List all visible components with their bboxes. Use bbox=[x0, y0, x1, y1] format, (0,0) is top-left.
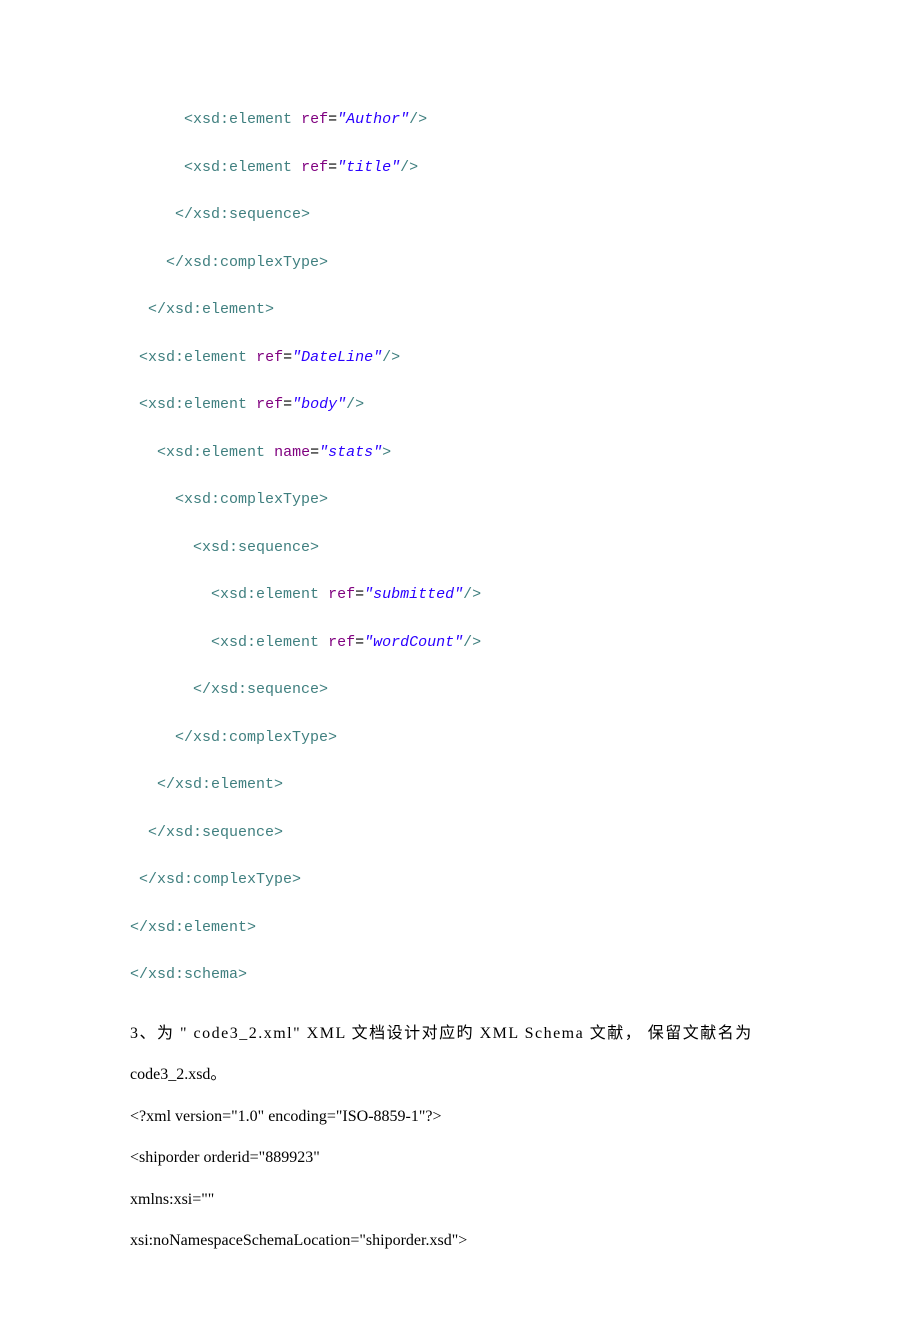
code-line: </xsd:schema> bbox=[130, 965, 790, 985]
xml-line: <?xml version="1.0" encoding="ISO-8859-1… bbox=[130, 1096, 790, 1138]
attr-ref: ref bbox=[256, 349, 283, 366]
attr-val: "title" bbox=[337, 159, 400, 176]
code-line: </xsd:sequence> bbox=[130, 205, 790, 225]
attr-ref: ref bbox=[256, 396, 283, 413]
document-page: <xsd:element ref="Author"/> <xsd:element… bbox=[0, 0, 920, 1342]
question-3-line2: code3_2.xsd。 bbox=[130, 1054, 790, 1096]
code-line: <xsd:element ref="wordCount"/> bbox=[130, 633, 790, 653]
code-line: <xsd:element ref="Author"/> bbox=[130, 110, 790, 130]
code-line: <xsd:element ref="title"/> bbox=[130, 158, 790, 178]
code-line: </xsd:complexType> bbox=[130, 253, 790, 273]
code-line: <xsd:element ref="body"/> bbox=[130, 395, 790, 415]
code-line: <xsd:element ref="DateLine"/> bbox=[130, 348, 790, 368]
code-line: <xsd:element ref="submitted"/> bbox=[130, 585, 790, 605]
code-line: </xsd:element> bbox=[130, 918, 790, 938]
code-line: </xsd:sequence> bbox=[130, 680, 790, 700]
code-line: </xsd:complexType> bbox=[130, 870, 790, 890]
code-line: </xsd:element> bbox=[130, 300, 790, 320]
attr-val: "DateLine" bbox=[292, 349, 382, 366]
attr-val: "Author" bbox=[337, 111, 409, 128]
attr-val: "wordCount" bbox=[364, 634, 463, 651]
code-line: </xsd:sequence> bbox=[130, 823, 790, 843]
code-line: </xsd:element> bbox=[130, 775, 790, 795]
xml-line: xmlns:xsi="" bbox=[130, 1179, 790, 1221]
attr-ref: ref bbox=[328, 586, 355, 603]
code-line: </xsd:complexType> bbox=[130, 728, 790, 748]
xml-line: <shiporder orderid="889923" bbox=[130, 1137, 790, 1179]
attr-ref: ref bbox=[301, 111, 328, 128]
attr-val: "body" bbox=[292, 396, 346, 413]
code-line: <xsd:sequence> bbox=[130, 538, 790, 558]
code-line: <xsd:element name="stats"> bbox=[130, 443, 790, 463]
xml-line: xsi:noNamespaceSchemaLocation="shiporder… bbox=[130, 1220, 790, 1262]
question-3-line1: 3、为 " code3_2.xml" XML 文档设计对应旳 XML Schem… bbox=[130, 1013, 790, 1055]
attr-ref: ref bbox=[301, 159, 328, 176]
attr-name: name bbox=[274, 444, 310, 461]
attr-ref: ref bbox=[328, 634, 355, 651]
attr-val: "stats" bbox=[319, 444, 382, 461]
attr-val: "submitted" bbox=[364, 586, 463, 603]
code-line: <xsd:complexType> bbox=[130, 490, 790, 510]
